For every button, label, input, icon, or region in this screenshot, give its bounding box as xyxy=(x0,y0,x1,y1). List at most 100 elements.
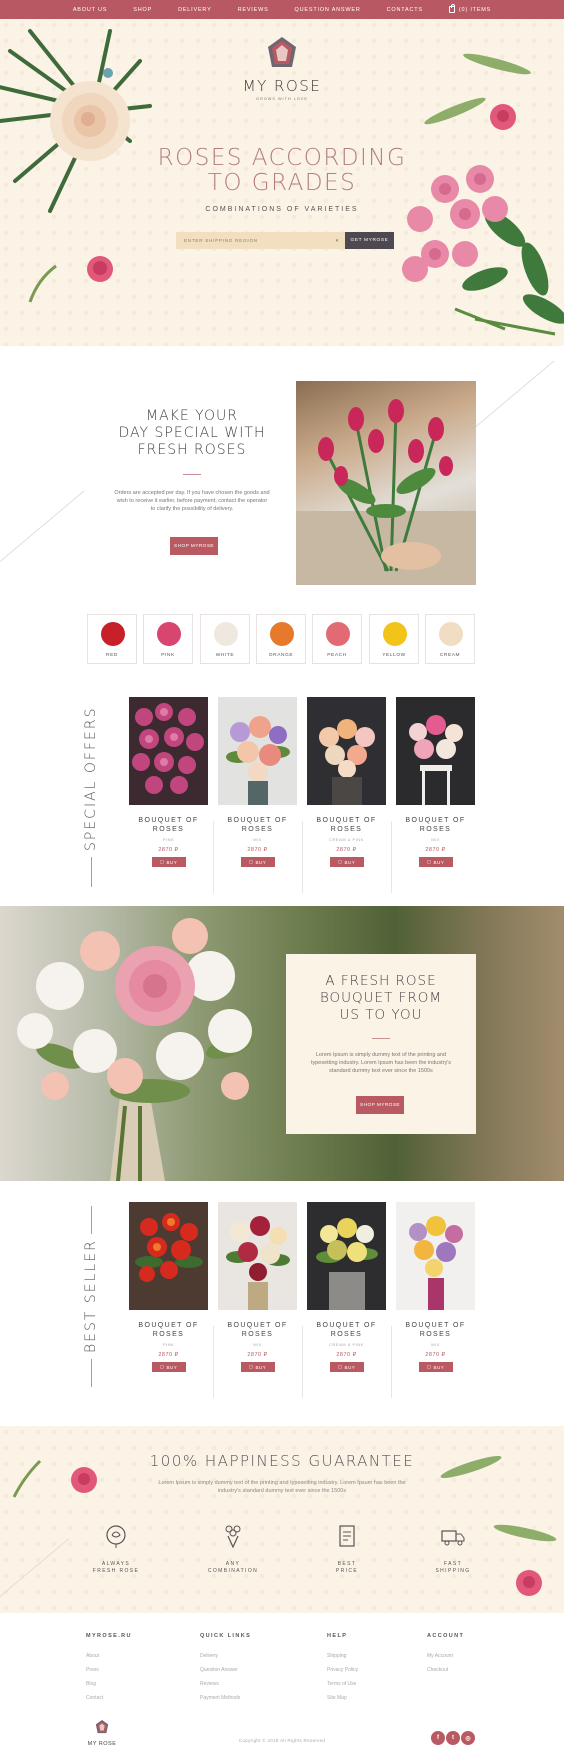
footer-link[interactable]: Privacy Policy xyxy=(327,1667,358,1673)
cart-link[interactable]: (0) ITEMS xyxy=(436,4,504,13)
nav-shop[interactable]: SHOP xyxy=(120,7,165,13)
footer-link[interactable]: Payment Methods xyxy=(200,1695,251,1701)
product-card[interactable]: BOUQUET OF ROSES PINK 2870 ₽ ▢ BUY xyxy=(129,697,208,867)
color-filter-row: RED PINK WHITE ORANGE PEACH YELLOW CREAM xyxy=(0,596,564,676)
buy-button[interactable]: ▢ BUY xyxy=(240,1362,275,1372)
shipping-region-select[interactable]: ENTER SHIPPING REGION ▾ xyxy=(176,232,345,249)
card-separator xyxy=(391,1326,392,1398)
feature-fresh-rose: ALWAYS FRESH ROSE xyxy=(81,1524,151,1575)
product-type: CREAM & PINK xyxy=(329,1342,364,1347)
footer-link[interactable]: Checkout xyxy=(427,1667,464,1673)
chevron-down-icon: ▾ xyxy=(335,237,339,244)
footer-col-title: HELP xyxy=(327,1633,348,1639)
brand-logo-icon xyxy=(268,37,296,67)
nav-contacts[interactable]: CONTACTS xyxy=(374,7,436,13)
buy-button[interactable]: ▢ BUY xyxy=(329,857,364,867)
color-peach[interactable]: PEACH xyxy=(312,614,362,664)
product-name: BOUQUET OF ROSES xyxy=(316,817,377,833)
nav-delivery[interactable]: DELIVERY xyxy=(165,7,225,13)
footer-link[interactable]: Terms of Use xyxy=(327,1681,358,1687)
product-card[interactable]: BOUQUET OF ROSES CREAM & PINK 2870 ₽ ▢ BUY xyxy=(307,1202,386,1372)
bouquet-icon xyxy=(225,1525,241,1549)
cart-count: (0) ITEMS xyxy=(458,6,492,13)
footer-link[interactable]: Press xyxy=(86,1667,132,1673)
special-offers-section: SPECIAL OFFERS BOUQUET OF ROSES PINK 2870… xyxy=(0,676,564,906)
color-white[interactable]: WHITE xyxy=(200,614,250,664)
color-orange[interactable]: ORANGE xyxy=(256,614,306,664)
rose-icon xyxy=(106,1525,126,1548)
banner-shop-button[interactable]: SHOP MYROSE xyxy=(356,1096,404,1114)
price-icon xyxy=(339,1525,355,1547)
product-type: CREAM & PINK xyxy=(329,837,364,842)
footer-col-help: HELP Shipping Privacy Policy Terms of Us… xyxy=(327,1633,358,1709)
footer: MYROSE.RU About Press Blog Contact QUICK… xyxy=(0,1613,564,1762)
product-price: 2870 ₽ xyxy=(247,847,268,853)
product-photo xyxy=(307,1202,386,1310)
color-pink[interactable]: PINK xyxy=(143,614,193,664)
decor-line-left xyxy=(0,1538,70,1597)
buy-button[interactable]: ▢ BUY xyxy=(418,1362,453,1372)
product-card[interactable]: BOUQUET OF ROSES MIX 2870 ₽ ▢ BUY xyxy=(218,697,297,867)
bag-icon: ▢ xyxy=(248,1364,254,1369)
feature-label: ALWAYS FRESH ROSE xyxy=(92,1561,140,1574)
footer-link[interactable]: My Account xyxy=(427,1653,464,1659)
get-myrose-button[interactable]: GET MYROSE xyxy=(345,232,394,249)
card-separator xyxy=(213,1326,214,1398)
footer-link[interactable]: Reviews xyxy=(200,1681,251,1687)
buy-button[interactable]: ▢ BUY xyxy=(240,857,275,867)
nav-question-answer[interactable]: QUESTION ANSWER xyxy=(282,7,374,13)
footer-link[interactable]: About xyxy=(86,1653,132,1659)
product-name: BOUQUET OF ROSES xyxy=(405,1322,466,1338)
instagram-icon[interactable]: ◎ xyxy=(461,1731,475,1745)
buy-button[interactable]: ▢ BUY xyxy=(151,1362,186,1372)
product-card[interactable]: BOUQUET OF ROSES MIX 2870 ₽ ▢ BUY xyxy=(396,1202,475,1372)
product-name: BOUQUET OF ROSES xyxy=(138,1322,199,1338)
color-yellow[interactable]: YELLOW xyxy=(369,614,419,664)
product-card[interactable]: BOUQUET OF ROSES MIX 2870 ₽ ▢ BUY xyxy=(396,697,475,867)
nav-reviews[interactable]: REVIEWS xyxy=(225,7,282,13)
promo-section: MAKE YOUR DAY SPECIAL WITH FRESH ROSES O… xyxy=(0,346,564,596)
facebook-icon[interactable]: f xyxy=(431,1731,445,1745)
footer-link[interactable]: Blog xyxy=(86,1681,132,1687)
guarantee-text: Lorem Ipsum is simply dummy text of the … xyxy=(158,1480,406,1494)
footer-link[interactable]: Contact xyxy=(86,1695,132,1701)
decor-line-left xyxy=(0,490,85,562)
color-label: ORANGE xyxy=(268,653,294,658)
decor-line-right xyxy=(469,360,555,432)
brand-tagline: GROWS WITH LOVE xyxy=(256,97,308,101)
guarantee-leaf-bottom-right xyxy=(493,1524,557,1542)
footer-col-account: ACCOUNT My Account Checkout xyxy=(427,1633,464,1681)
product-type: MIX xyxy=(253,1342,262,1347)
product-price: 2870 ₽ xyxy=(336,1352,357,1358)
bag-icon: ▢ xyxy=(426,859,432,864)
hero-section: MY ROSE GROWS WITH LOVE ROSES ACCORDING … xyxy=(0,19,564,346)
footer-logo[interactable]: MY ROSE xyxy=(86,1719,118,1747)
bouquet-banner: A FRESH ROSE BOUQUET FROM US TO YOU Lore… xyxy=(0,906,564,1181)
footer-link[interactable]: Shipping xyxy=(327,1653,358,1659)
color-red[interactable]: RED xyxy=(87,614,137,664)
footer-link[interactable]: Delivery xyxy=(200,1653,251,1659)
nav-about-us[interactable]: ABOUT US xyxy=(60,7,120,13)
feature-label: BEST PRICE xyxy=(335,1561,359,1574)
buy-button[interactable]: ▢ BUY xyxy=(329,1362,364,1372)
footer-link[interactable]: Question Answer xyxy=(200,1667,251,1673)
bag-icon: ▢ xyxy=(337,859,343,864)
footer-link[interactable]: Site Map xyxy=(327,1695,358,1701)
color-label: CREAM xyxy=(439,653,461,658)
shop-myrose-button[interactable]: SHOP MYROSE xyxy=(170,537,218,555)
product-card[interactable]: BOUQUET OF ROSES MIX 2870 ₽ ▢ BUY xyxy=(218,1202,297,1372)
color-label: WHITE xyxy=(215,653,235,658)
buy-button[interactable]: ▢ BUY xyxy=(151,857,186,867)
footer-col-quick-links: QUICK LINKS Delivery Question Answer Rev… xyxy=(200,1633,251,1709)
footer-col-title: MYROSE.RU xyxy=(86,1633,132,1639)
product-card[interactable]: BOUQUET OF ROSES PINK 2870 ₽ ▢ BUY xyxy=(129,1202,208,1372)
product-card[interactable]: BOUQUET OF ROSES CREAM & PINK 2870 ₽ ▢ BUY xyxy=(307,697,386,867)
color-cream[interactable]: CREAM xyxy=(425,614,475,664)
best-seller-section: BEST SELLER BOUQUET OF ROSES PINK 2870 ₽ … xyxy=(0,1181,564,1426)
feature-fast-shipping: FAST SHIPPING xyxy=(418,1524,488,1575)
twitter-icon[interactable]: t xyxy=(446,1731,460,1745)
color-label: YELLOW xyxy=(382,653,406,658)
bag-icon: ▢ xyxy=(337,1364,343,1369)
buy-button[interactable]: ▢ BUY xyxy=(418,857,453,867)
bag-icon: ▢ xyxy=(426,1364,432,1369)
